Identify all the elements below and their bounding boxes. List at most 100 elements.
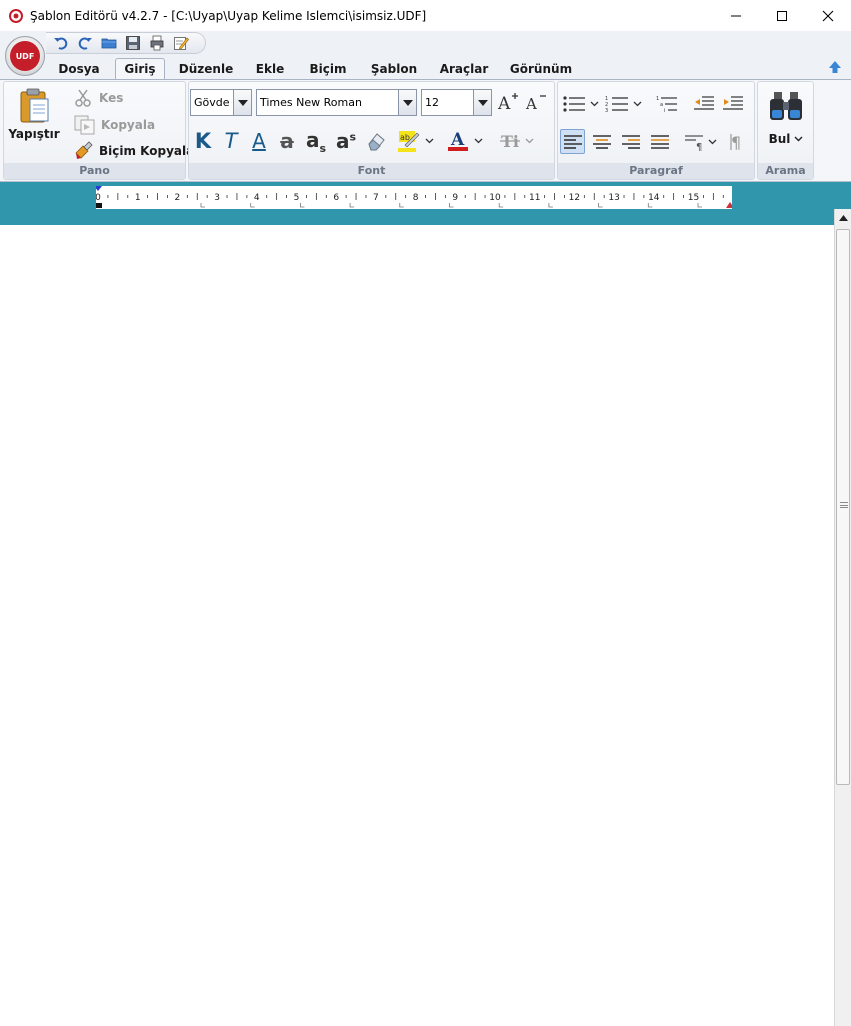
italic-button[interactable]: T <box>219 128 243 154</box>
superscript-button[interactable]: as <box>333 128 359 154</box>
font-size-dropdown[interactable] <box>473 90 491 115</box>
maximize-icon <box>777 10 787 21</box>
ruler-number: 3 <box>214 193 220 203</box>
edit-button[interactable] <box>172 34 190 52</box>
tab-stop-mark <box>349 203 355 208</box>
redo-button[interactable] <box>76 34 94 52</box>
style-combo-dropdown[interactable] <box>233 90 251 115</box>
save-button[interactable] <box>124 34 142 52</box>
udf-logo-icon: UDF <box>10 41 40 71</box>
font-family-combo[interactable]: Times New Roman <box>256 89 417 116</box>
group-font: Gövde Times New Roman 12 A A K T A a as … <box>188 81 555 180</box>
tab-duzenle[interactable]: Düzenle <box>174 58 238 79</box>
first-line-indent-marker[interactable] <box>94 186 102 191</box>
collapse-ribbon-icon[interactable] <box>827 59 843 75</box>
right-indent-marker[interactable] <box>726 202 734 208</box>
tab-ekle[interactable]: Ekle <box>250 58 290 79</box>
ruler-number: 2 <box>175 193 181 203</box>
text-effects-button[interactable]: Ti <box>495 128 537 154</box>
chevron-down-icon <box>402 99 413 106</box>
svg-text:3: 3 <box>605 108 608 114</box>
increase-indent-icon <box>723 96 743 110</box>
align-left-button[interactable] <box>560 129 585 154</box>
copy-button[interactable]: Kopyala <box>74 115 155 135</box>
highlight-button[interactable]: ab <box>395 128 435 154</box>
decrease-indent-button[interactable] <box>691 92 717 116</box>
svg-text:¶: ¶ <box>731 133 741 152</box>
underline-glyph: A <box>252 129 266 153</box>
application-menu-button[interactable]: UDF <box>5 36 45 76</box>
font-family-dropdown[interactable] <box>398 90 416 115</box>
chevron-down-icon[interactable] <box>633 101 642 107</box>
window-title: Şablon Editörü v4.2.7 - [C:\Uyap\Uyap Ke… <box>30 8 427 23</box>
ruler-number: 4 <box>254 193 260 203</box>
tab-araclar[interactable]: Araçlar <box>434 58 494 79</box>
scroll-up-button[interactable] <box>835 209 851 226</box>
ruler-band: 0 1 2 3 4 5 6 7 8 9 10 11 12 13 14 15 <box>0 182 851 225</box>
increase-indent-button[interactable] <box>720 92 746 116</box>
bold-button[interactable]: K <box>191 128 215 154</box>
printer-icon <box>150 35 164 51</box>
multilevel-list-button[interactable]: 1 a i <box>654 92 680 116</box>
close-icon <box>822 10 834 21</box>
tab-gorunum[interactable]: Görünüm <box>508 58 574 79</box>
quick-access-toolbar <box>0 31 851 55</box>
tab-giris[interactable]: Giriş <box>115 58 165 79</box>
text-effects-icon: Ti <box>499 132 520 151</box>
font-color-button[interactable]: A <box>443 128 485 154</box>
chevron-down-icon[interactable] <box>425 138 434 144</box>
chevron-down-icon[interactable] <box>708 139 717 145</box>
format-painter-button[interactable]: Biçim Kopyala <box>74 141 194 161</box>
strikethrough-button[interactable]: a <box>275 128 299 154</box>
tab-sablon[interactable]: Şablon <box>366 58 422 79</box>
undo-button[interactable] <box>52 34 70 52</box>
grow-font-glyph: A <box>497 94 511 113</box>
clear-format-button[interactable] <box>363 128 389 154</box>
maximize-button[interactable] <box>759 0 805 31</box>
bullet-list-button[interactable] <box>560 92 600 116</box>
chevron-down-icon[interactable] <box>590 101 599 107</box>
chevron-down-icon[interactable] <box>474 138 483 144</box>
italic-glyph: T <box>224 129 238 153</box>
find-button[interactable]: Bul <box>761 90 811 146</box>
ruler-number: 13 <box>608 193 619 203</box>
font-size-combo[interactable]: 12 <box>421 89 492 116</box>
align-justify-button[interactable] <box>647 129 672 154</box>
subscript-button[interactable]: as <box>303 127 329 155</box>
paste-button[interactable]: Yapıştır <box>8 88 60 141</box>
subscript-glyph: a <box>305 127 320 152</box>
chevron-down-icon[interactable] <box>525 138 534 144</box>
numbered-list-button[interactable]: 1 2 3 <box>603 92 643 116</box>
minimize-button[interactable] <box>713 0 759 31</box>
style-combo-value: Gövde <box>194 96 230 109</box>
grow-font-button[interactable]: A <box>496 90 520 114</box>
orb-label: UDF <box>15 51 35 61</box>
shrink-font-button[interactable]: A <box>524 90 548 114</box>
grow-font-icon: A <box>497 93 518 113</box>
scroll-thumb[interactable] <box>836 229 850 785</box>
tab-dosya[interactable]: Dosya <box>50 58 108 79</box>
align-left-icon <box>563 134 582 149</box>
group-label-font: Font <box>189 163 554 179</box>
print-button[interactable] <box>148 34 166 52</box>
chevron-down-icon <box>237 99 248 106</box>
open-button[interactable] <box>100 34 118 52</box>
horizontal-ruler[interactable]: 0 1 2 3 4 5 6 7 8 9 10 11 12 13 14 15 <box>94 186 734 209</box>
tab-stop-mark <box>250 203 255 208</box>
style-combo[interactable]: Gövde <box>190 89 252 116</box>
vertical-scrollbar[interactable] <box>834 209 851 1026</box>
line-spacing-button[interactable]: ¶ <box>680 129 720 154</box>
underline-button[interactable]: A <box>247 128 271 154</box>
left-indent-marker[interactable] <box>94 203 102 208</box>
align-right-button[interactable] <box>618 129 643 154</box>
close-button[interactable] <box>805 0 851 31</box>
align-center-button[interactable] <box>589 129 614 154</box>
strikethrough-glyph: a <box>280 129 294 153</box>
paragraph-mark-button[interactable]: ¶ <box>726 129 750 154</box>
cut-button[interactable]: Kes <box>74 89 123 107</box>
font-color-icon: A <box>447 130 468 151</box>
tab-bicim[interactable]: Biçim <box>303 58 353 79</box>
ruler-number: 7 <box>373 193 379 203</box>
document-editor[interactable] <box>0 225 834 1026</box>
ruler-number: 15 <box>688 193 699 203</box>
